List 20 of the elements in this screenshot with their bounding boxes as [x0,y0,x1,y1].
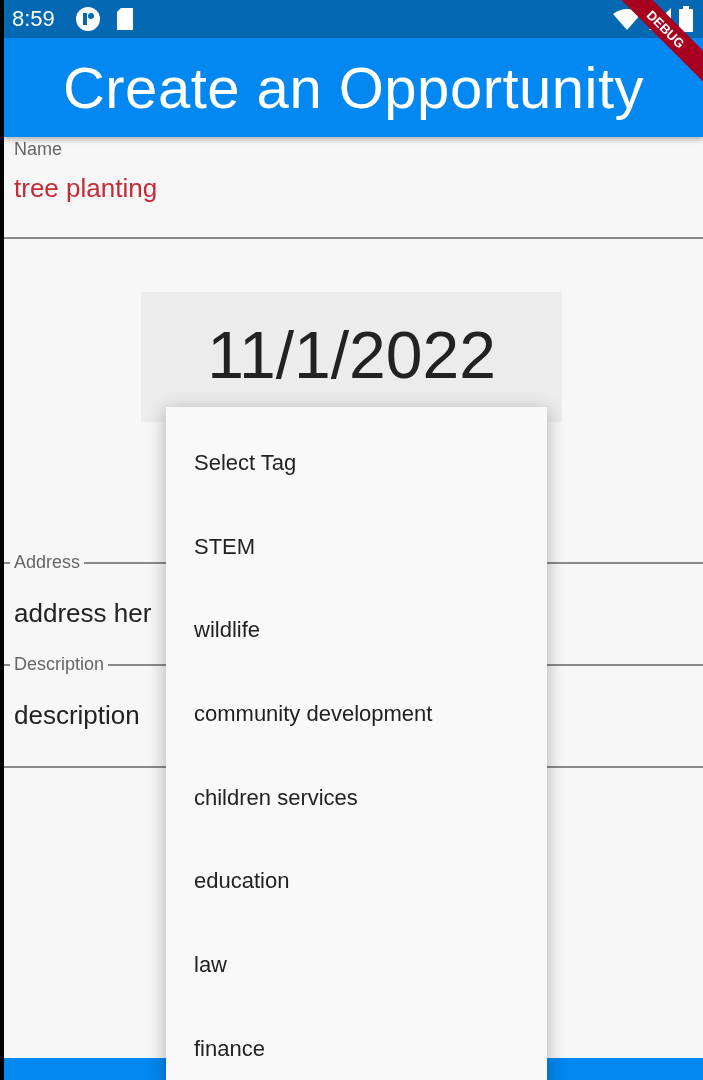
menu-item[interactable]: Select Tag [166,421,547,505]
sd-card-icon [114,7,135,31]
menu-item[interactable]: STEM [166,504,547,589]
field-value: address her [14,597,152,629]
field-label: Name [14,139,62,159]
menu-item[interactable]: finance [166,1006,547,1080]
menu-item[interactable]: education [166,839,547,924]
wifi-icon [613,8,641,30]
date-button[interactable]: 11/1/2022 [141,292,562,422]
menu-item[interactable]: law [166,923,547,1007]
name-field[interactable]: Name tree planting [4,137,703,239]
field-value: tree planting [14,173,159,204]
page-title: Create an Opportunity [62,54,645,121]
field-value: description [14,699,140,731]
menu-item[interactable]: wildlife [166,588,547,673]
menu-item[interactable]: children services [166,755,547,840]
status-time: 8:59 [12,6,55,32]
app-circle-icon [74,6,101,32]
field-label: Description [10,654,109,675]
menu-item[interactable]: community development [166,672,547,756]
